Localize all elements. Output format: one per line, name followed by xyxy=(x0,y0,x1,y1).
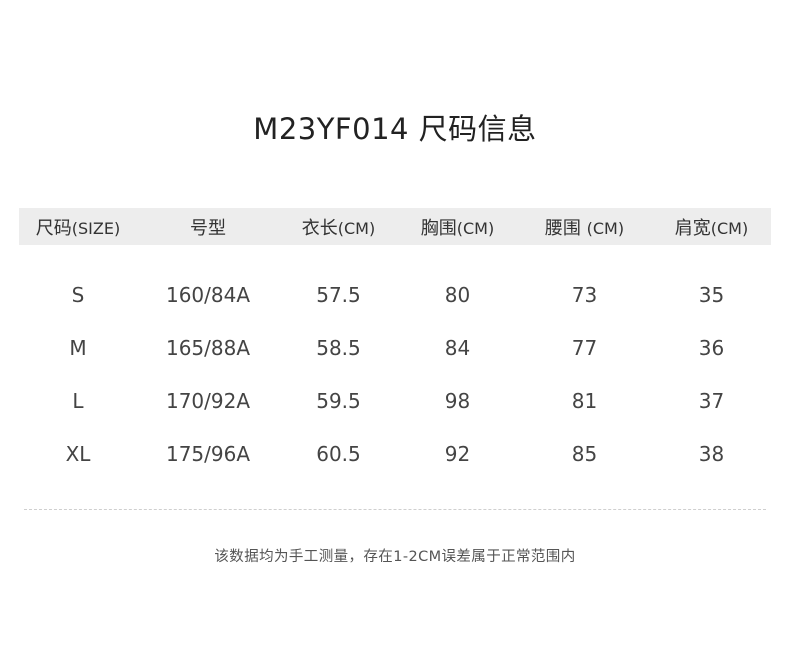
cell-waist: 73 xyxy=(571,282,598,307)
header-unit: (CM) xyxy=(337,218,376,238)
header-model: 号型 xyxy=(137,208,279,245)
page-title: M23YF014 尺码信息 xyxy=(253,112,537,146)
cell-model: 170/92A xyxy=(165,388,251,413)
cell-bust: 84 xyxy=(444,335,471,360)
header-unit: (CM) xyxy=(456,218,495,238)
table-body: S 160/84A 57.5 80 73 35 M 165/88A 58.5 8… xyxy=(19,245,771,480)
table-row: XL 175/96A 60.5 92 85 38 xyxy=(19,427,771,480)
measurement-note: 该数据均为手工测量，存在1-2CM误差属于正常范围内 xyxy=(214,549,576,565)
header-label: 胸围 xyxy=(420,217,457,239)
table-row: L 170/92A 59.5 98 81 37 xyxy=(19,374,771,427)
header-unit: (CM) xyxy=(710,218,749,238)
cell-model: 160/84A xyxy=(165,282,251,307)
table-row: M 165/88A 58.5 84 77 36 xyxy=(19,321,771,374)
header-label: 腰围 xyxy=(544,217,587,239)
header-label: 号型 xyxy=(190,217,226,239)
size-chart-table: 尺码(SIZE) 号型 衣长(CM) 胸围(CM) 腰围 (CM) 肩宽(CM)… xyxy=(19,208,771,480)
cell-bust: 92 xyxy=(444,441,471,466)
cell-size: S xyxy=(71,282,85,307)
cell-model: 175/96A xyxy=(165,441,251,466)
cell-model: 165/88A xyxy=(165,335,251,360)
header-shoulder: 肩宽(CM) xyxy=(652,208,771,245)
header-label: 衣长 xyxy=(301,217,338,239)
header-row: 尺码(SIZE) 号型 衣长(CM) 胸围(CM) 腰围 (CM) 肩宽(CM) xyxy=(19,208,771,245)
cell-waist: 85 xyxy=(571,441,598,466)
table-row: S 160/84A 57.5 80 73 35 xyxy=(19,245,771,321)
header-unit: (SIZE) xyxy=(71,218,121,238)
header-length: 衣长(CM) xyxy=(279,208,398,245)
dashed-divider xyxy=(24,509,766,510)
cell-shoulder: 36 xyxy=(698,335,725,360)
cell-shoulder: 38 xyxy=(698,441,725,466)
cell-size: M xyxy=(69,335,87,360)
cell-waist: 77 xyxy=(571,335,598,360)
cell-length: 58.5 xyxy=(316,335,361,360)
cell-size: XL xyxy=(65,441,91,466)
cell-length: 59.5 xyxy=(316,388,361,413)
cell-length: 57.5 xyxy=(316,282,361,307)
header-waist: 腰围 (CM) xyxy=(517,208,652,245)
cell-bust: 98 xyxy=(444,388,471,413)
header-size: 尺码(SIZE) xyxy=(19,208,137,245)
header-label: 肩宽 xyxy=(674,217,711,239)
header-label: 尺码 xyxy=(35,217,72,239)
cell-length: 60.5 xyxy=(316,441,361,466)
cell-shoulder: 37 xyxy=(698,388,725,413)
header-bust: 胸围(CM) xyxy=(398,208,517,245)
cell-size: L xyxy=(72,388,84,413)
cell-shoulder: 35 xyxy=(698,282,725,307)
cell-bust: 80 xyxy=(444,282,471,307)
header-unit: (CM) xyxy=(586,218,625,238)
cell-waist: 81 xyxy=(571,388,598,413)
table-header: 尺码(SIZE) 号型 衣长(CM) 胸围(CM) 腰围 (CM) 肩宽(CM) xyxy=(19,208,771,245)
